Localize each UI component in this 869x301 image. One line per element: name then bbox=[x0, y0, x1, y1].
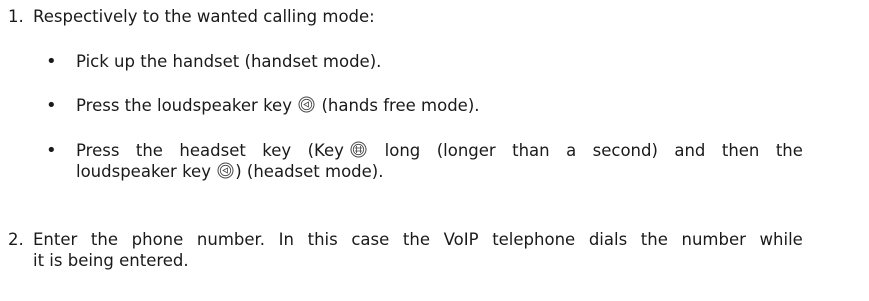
bullet-icon: • bbox=[46, 140, 57, 161]
bullet-text-before: Press the loudspeaker key bbox=[76, 96, 292, 115]
loudspeaker-key-icon bbox=[298, 96, 315, 119]
step-text-line-1: Enter the phone number. In this case the… bbox=[33, 230, 803, 249]
loudspeaker-key-icon bbox=[217, 162, 234, 185]
bullet-text: Press the loudspeaker key (hands free mo… bbox=[76, 95, 480, 119]
step-number: 1. bbox=[8, 7, 24, 26]
bullet-icon: • bbox=[46, 51, 57, 72]
bullet-text: Pick up the handset (handset mode). bbox=[76, 52, 382, 71]
step-text-line-2: it is being entered. bbox=[33, 251, 189, 270]
document-page: 1. Respectively to the wanted calling mo… bbox=[0, 0, 869, 301]
bullet-text-after: (hands free mode). bbox=[321, 96, 480, 115]
step-number: 2. bbox=[8, 230, 24, 249]
step-text: Respectively to the wanted calling mode: bbox=[33, 7, 375, 26]
bullet-text-line-2: loudspeaker key ) (headset mode). bbox=[76, 161, 384, 185]
bullet-icon: • bbox=[46, 95, 57, 116]
